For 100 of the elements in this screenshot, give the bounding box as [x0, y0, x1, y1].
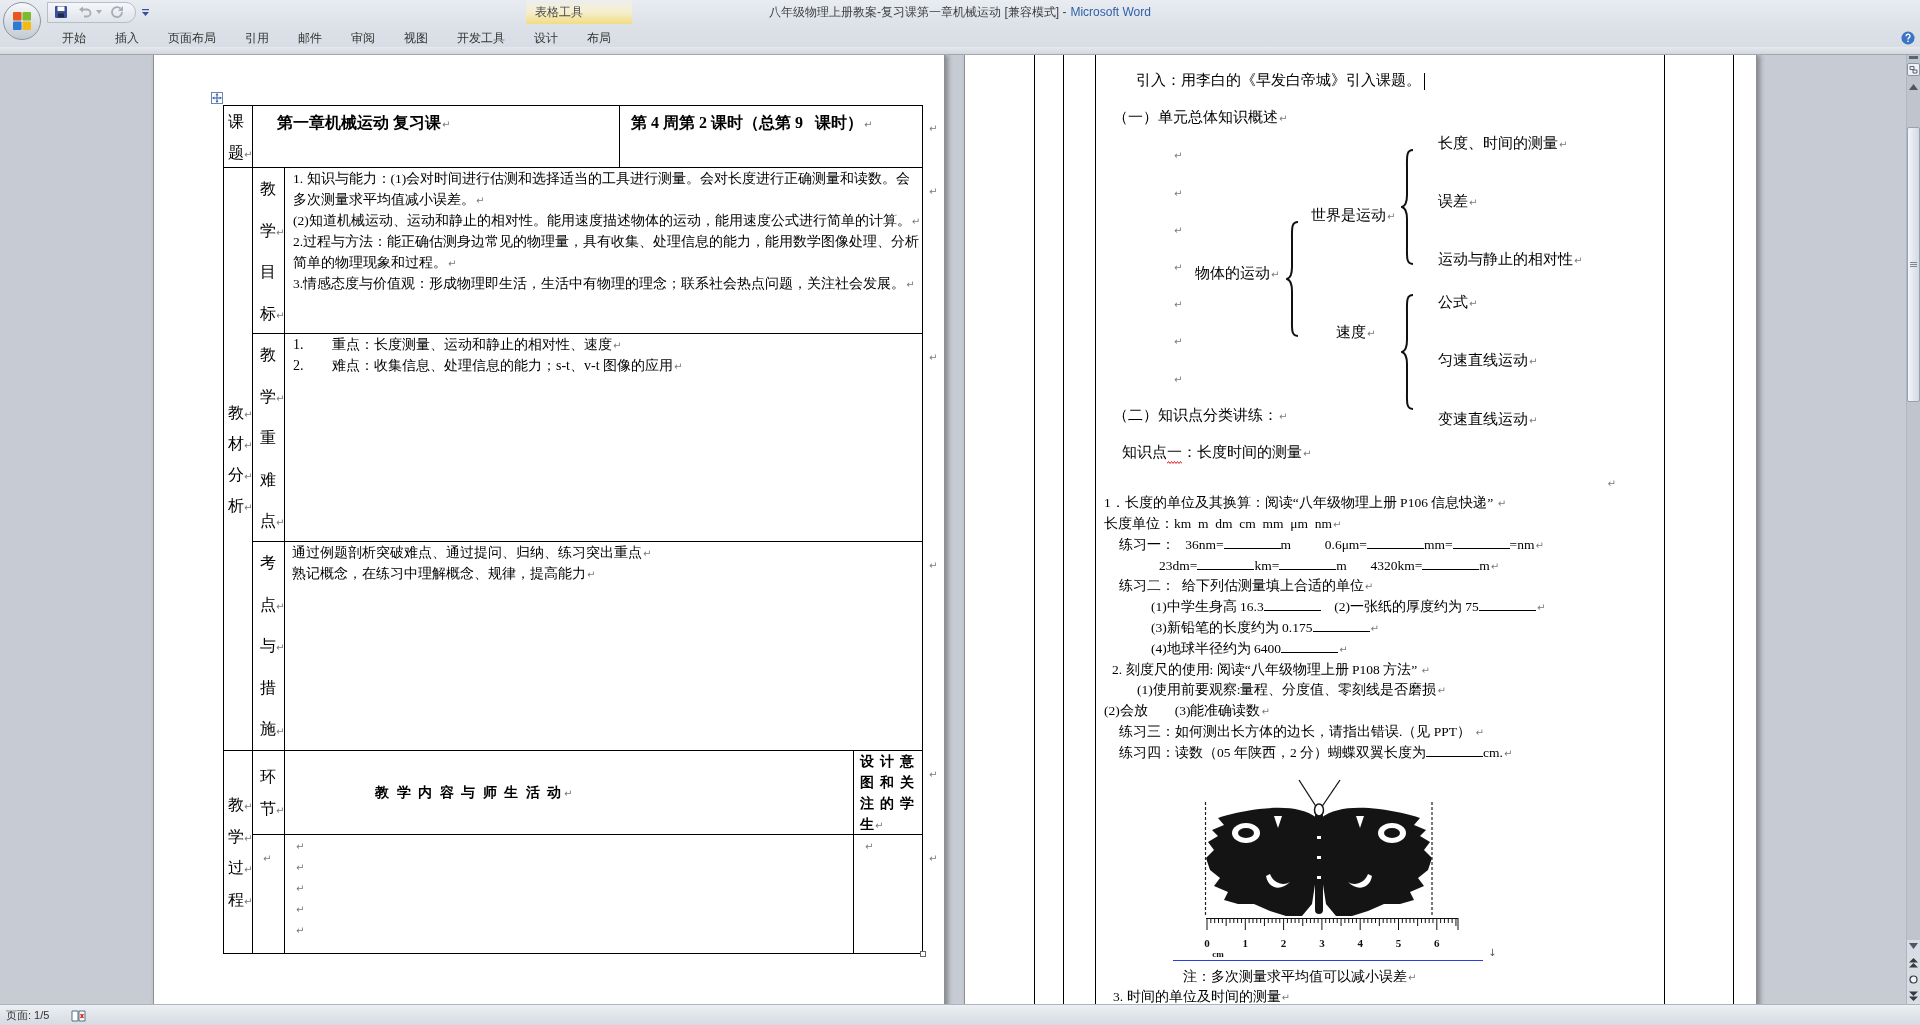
row-heading: 程 — [228, 889, 244, 910]
exercise-text: (3)新铅笔的长度约为 0.175 — [1151, 620, 1313, 635]
paragraph-text: 3.情感态度与价值观：形成物理即生活，生活中有物理的理念；联系社会热点问题，关注社会发展。↵ — [293, 276, 915, 291]
paragraph-mark: ↵ — [244, 471, 253, 482]
ribbon-tab[interactable]: 引用 — [230, 28, 283, 47]
paragraph-mark: ↵ — [1174, 373, 1183, 385]
exercise-text: 练习二： 给下列估测量填上合适的单位 — [1119, 578, 1364, 594]
paragraph-mark: ↵ — [244, 801, 253, 812]
move-arrows-icon[interactable] — [211, 92, 223, 104]
ribbon-tab[interactable]: 审阅 — [336, 28, 389, 47]
paragraph-mark: ↵ — [1503, 747, 1513, 759]
paragraph-mark: ↵ — [1490, 560, 1500, 572]
ribbon-tab[interactable]: 布局 — [572, 28, 625, 47]
paragraph-mark: ↵ — [929, 853, 938, 864]
help-icon[interactable] — [1901, 30, 1915, 45]
ribbon-tab[interactable]: 插入 — [100, 28, 153, 47]
paragraph-text: 难点：收集信息、处理信息的能力；s-t、v-t 图像的应用↵ — [332, 358, 683, 373]
app-name: Microsoft Word — [1070, 4, 1151, 21]
concept-label: 变速直线运动↵ — [1438, 411, 1538, 427]
ribbon-tab[interactable]: 视图 — [389, 28, 442, 47]
row-heading: 教学 — [260, 179, 276, 241]
section-heading: （二）知识点分类讲练：↵ — [1113, 406, 1288, 423]
exercise-text: km= — [1254, 557, 1280, 573]
concept-label: 误差↵ — [1438, 193, 1478, 209]
ribbon-tab[interactable]: 开始 — [47, 28, 100, 47]
list-number: 1. — [293, 336, 305, 354]
paragraph-mark: ↵ — [1174, 299, 1183, 311]
row-heading: 析 — [228, 496, 244, 516]
table-resize-handle[interactable] — [920, 951, 926, 957]
paragraph-text: 熟记概念，在练习中理解概念、规律，提高能力↵ — [292, 566, 596, 581]
paragraph-mark: ↵ — [276, 600, 285, 612]
ruler-number: 0 — [1204, 936, 1210, 949]
concept-label: 物体的运动↵ — [1195, 265, 1280, 281]
ruler-number: 5 — [1395, 936, 1402, 949]
paragraph-mark: ↵ — [1475, 727, 1484, 738]
lesson-schedule: 第 4 周第 2 课时（总第 9 课时）↵ — [631, 114, 873, 131]
paragraph-mark: ↵ — [1174, 262, 1183, 273]
paragraph-mark: ↵ — [929, 769, 938, 780]
concept-label: 长度、时间的测量↵ — [1438, 135, 1568, 151]
ribbon-tab[interactable]: 设计 — [519, 28, 572, 47]
paragraph-mark: ↵ — [1174, 187, 1183, 199]
row-heading: 考点 — [260, 553, 276, 615]
paragraph-mark: ↵ — [276, 392, 285, 404]
ruler-number: 6 — [1434, 936, 1440, 949]
paragraph-mark: ↵ — [1339, 643, 1348, 655]
book-icon[interactable] — [71, 1008, 86, 1022]
scroll-up-arrow-icon[interactable] — [1909, 84, 1918, 90]
exercise-text: mm= — [1424, 536, 1453, 552]
save-icon[interactable] — [54, 5, 68, 19]
exercise-text: 练习四：读数（05 年陕西，2 分）蝴蝶双翼长度为 — [1119, 744, 1426, 760]
exercise-text: cm. — [1483, 744, 1503, 760]
circle-icon[interactable] — [1909, 975, 1918, 984]
row-heading: 与 — [260, 636, 276, 656]
paragraph-mark: ↵ — [244, 895, 253, 907]
exercise-text: (2)会放 (3)能准确读数 — [1104, 703, 1261, 719]
exercise-text: =nm — [1509, 536, 1535, 552]
paragraph-mark: ↵ — [1370, 623, 1379, 634]
paragraph-mark: ↵ — [276, 642, 285, 653]
paragraph-mark: ↵ — [1364, 581, 1374, 593]
ruler-toggle-icon[interactable] — [1907, 63, 1920, 76]
exercise-text: 23dm= — [1159, 557, 1198, 573]
unit-label: cm — [1212, 948, 1224, 959]
scrollbar-thumb[interactable] — [1907, 127, 1920, 402]
paragraph-mark: ↵ — [296, 925, 305, 936]
paragraph-text: 通过例题剖析突破难点、通过提问、归纳、练习突出重点↵ — [292, 545, 652, 560]
paragraph-mark: ↵ — [296, 841, 305, 852]
paragraph-mark: ↵ — [929, 186, 938, 197]
row-heading: 教 — [228, 795, 244, 815]
section-heading: 3. 时间的单位及时间的测量↵ — [1113, 989, 1290, 1004]
exercise-text: m 4320km= — [1336, 557, 1423, 573]
caret-icon[interactable] — [142, 8, 149, 16]
paragraph-mark: ↵ — [1261, 706, 1270, 718]
ribbon-tab[interactable]: 开发工具 — [442, 28, 519, 47]
scroll-down-arrow-icon[interactable] — [1909, 943, 1918, 949]
paragraph-mark: ↵ — [929, 123, 938, 134]
ribbon-tab[interactable]: 邮件 — [283, 28, 336, 47]
exercise-text: 1．长度的单位及其换算：阅读“八年级物理上册 P106 信息快递” — [1104, 495, 1495, 511]
double-up-arrow-icon[interactable] — [1909, 958, 1918, 968]
paragraph-mark: ↵ — [244, 832, 253, 844]
paragraph-mark: ↵ — [263, 853, 272, 864]
paragraph-mark: ↵ — [1437, 685, 1446, 697]
group-label: 表格工具 — [535, 4, 583, 21]
page-indicator[interactable]: 页面: 1/5 — [0, 1006, 65, 1024]
paragraph-text: 2.过程与方法：能正确估测身边常见的物理量，具有收集、处理信息的能力，能用数学图像处理、分析简单的物理现象和过程。↵ — [293, 234, 920, 270]
double-down-arrow-icon[interactable] — [1909, 991, 1918, 1001]
paragraph-mark: ↵ — [276, 226, 285, 238]
paragraph-mark: ↵ — [276, 309, 285, 321]
row-heading: 分 — [228, 465, 244, 485]
column-heading: 设计意图和关注的学生↵ — [860, 754, 914, 832]
paragraph-mark: ↵ — [1536, 602, 1546, 614]
exercise-text: 练习三：如何测出长方体的边长，请指出错误.（见 PPT） — [1119, 724, 1472, 739]
row-heading: 过 — [228, 858, 244, 878]
paragraph-text: (2)知道机械运动、运动和静止的相对性。能用速度描述物体的运动，能用速度公式进行简单的计算。↵ — [293, 213, 921, 228]
exercise-text: (4)地球半径约为 6400 — [1151, 640, 1282, 656]
paragraph-mark: ↵ — [1497, 498, 1506, 510]
row-heading: 课题 — [228, 111, 244, 163]
split-handle[interactable] — [1909, 56, 1918, 59]
ribbon-tab[interactable]: 页面布局 — [153, 28, 230, 47]
office-button[interactable] — [3, 2, 41, 40]
row-heading: 重难点 — [260, 428, 276, 531]
